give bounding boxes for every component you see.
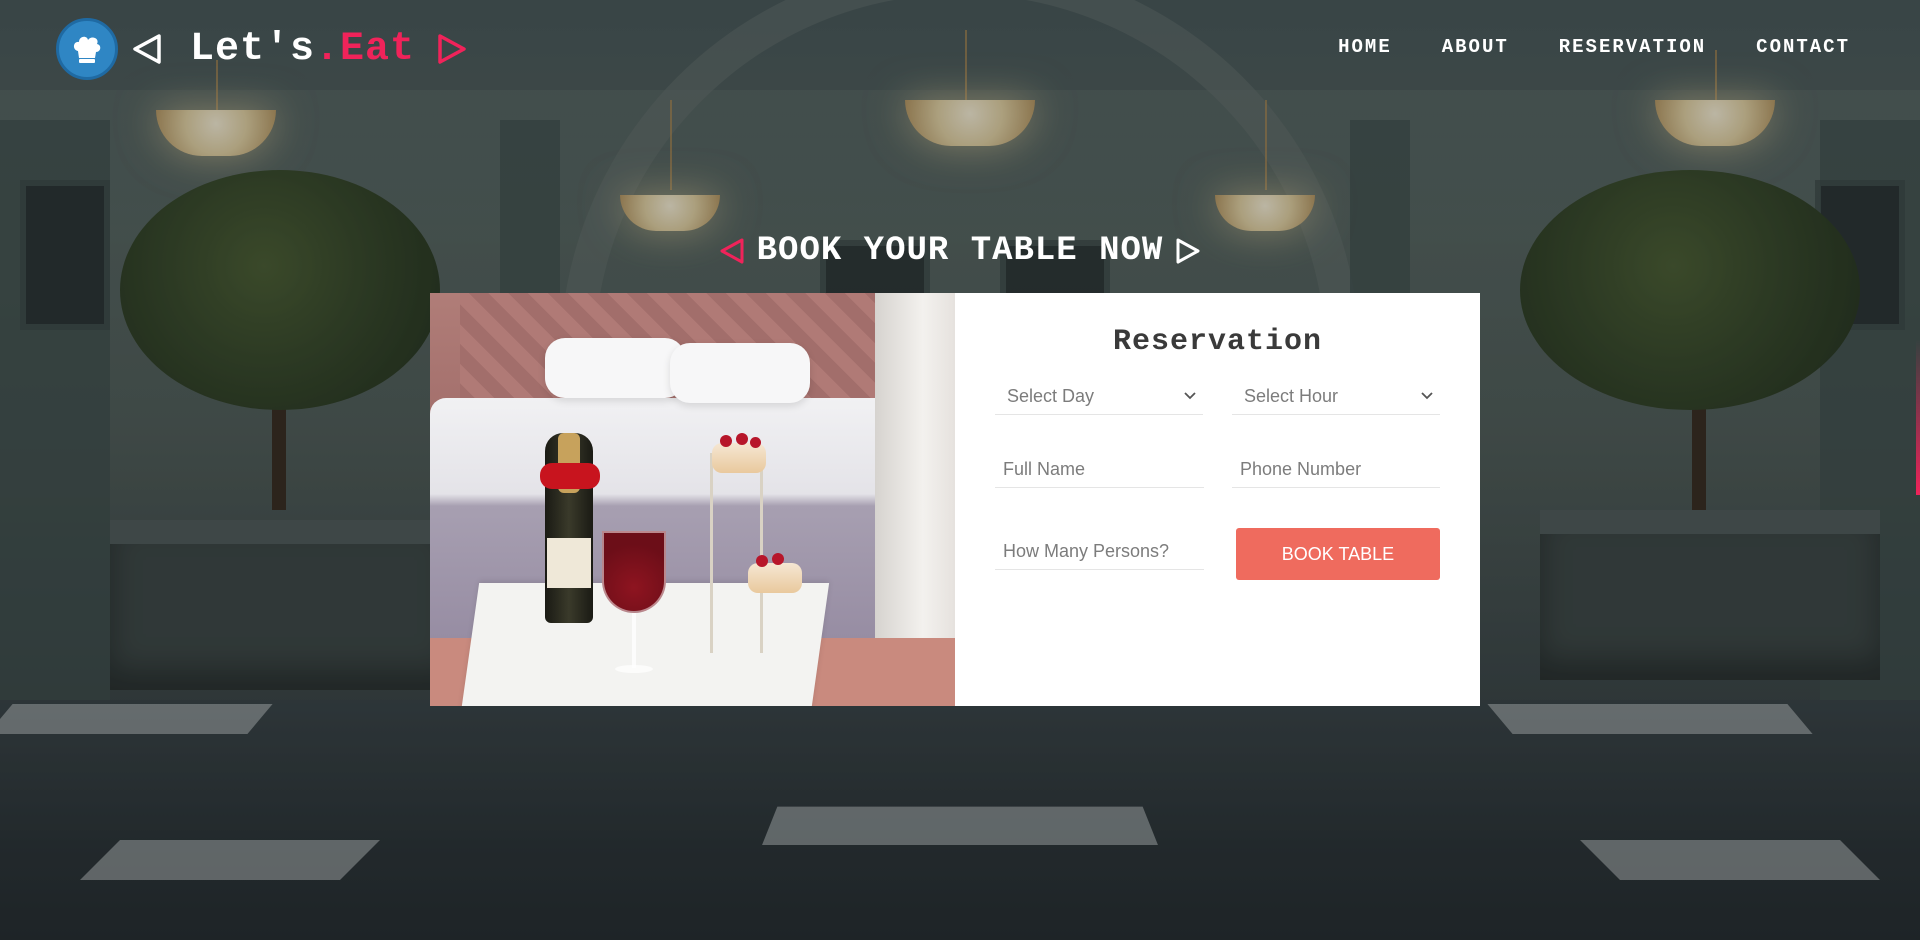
reservation-card: Reservation Select Day Select Hour Full … xyxy=(430,293,1480,706)
chef-hat-icon xyxy=(56,18,118,80)
book-table-button[interactable]: BOOK TABLE xyxy=(1236,528,1440,580)
section-heading-text: BOOK YOUR TABLE NOW xyxy=(756,232,1164,270)
triangle-right-icon xyxy=(1176,238,1200,264)
page-scrollbar[interactable] xyxy=(1916,0,1920,940)
triangle-left-icon xyxy=(720,238,744,264)
select-day-value: Select Day xyxy=(1007,386,1095,406)
nav-about[interactable]: ABOUT xyxy=(1442,36,1509,58)
brand-wordmark: Let's .Eat xyxy=(132,27,467,72)
scrollbar-thumb[interactable] xyxy=(1916,340,1920,495)
site-header: Let's .Eat HOME ABOUT RESERVATION CONTACT xyxy=(0,0,1920,100)
nav-reservation[interactable]: RESERVATION xyxy=(1559,36,1706,58)
triangle-right-icon xyxy=(438,34,466,64)
nav-contact[interactable]: CONTACT xyxy=(1756,36,1850,58)
main-nav: HOME ABOUT RESERVATION CONTACT xyxy=(1288,36,1850,58)
brand-name: Let's xyxy=(190,26,316,72)
phone-number-placeholder: Phone Number xyxy=(1240,459,1362,479)
triangle-left-icon xyxy=(133,34,161,64)
full-name-placeholder: Full Name xyxy=(1003,459,1086,479)
brand-logo[interactable]: Let's .Eat xyxy=(56,18,467,80)
persons-count-placeholder: How Many Persons? xyxy=(1003,541,1170,561)
form-title: Reservation xyxy=(1112,325,1323,359)
phone-number-input[interactable]: Phone Number xyxy=(1232,452,1440,488)
full-name-input[interactable]: Full Name xyxy=(995,452,1204,488)
select-hour-value: Select Hour xyxy=(1244,386,1339,406)
select-hour-dropdown[interactable]: Select Hour xyxy=(1232,379,1440,415)
persons-count-input[interactable]: How Many Persons? xyxy=(995,534,1204,570)
champagne-table-photo xyxy=(430,293,955,706)
chevron-down-icon xyxy=(1421,392,1433,400)
select-day-dropdown[interactable]: Select Day xyxy=(995,379,1203,415)
brand-name-accent: .Eat xyxy=(315,26,416,72)
section-heading: BOOK YOUR TABLE NOW xyxy=(0,232,1920,270)
chevron-down-icon xyxy=(1184,392,1196,400)
nav-home[interactable]: HOME xyxy=(1338,36,1392,58)
reservation-form: Reservation Select Day Select Hour Full … xyxy=(955,293,1480,706)
